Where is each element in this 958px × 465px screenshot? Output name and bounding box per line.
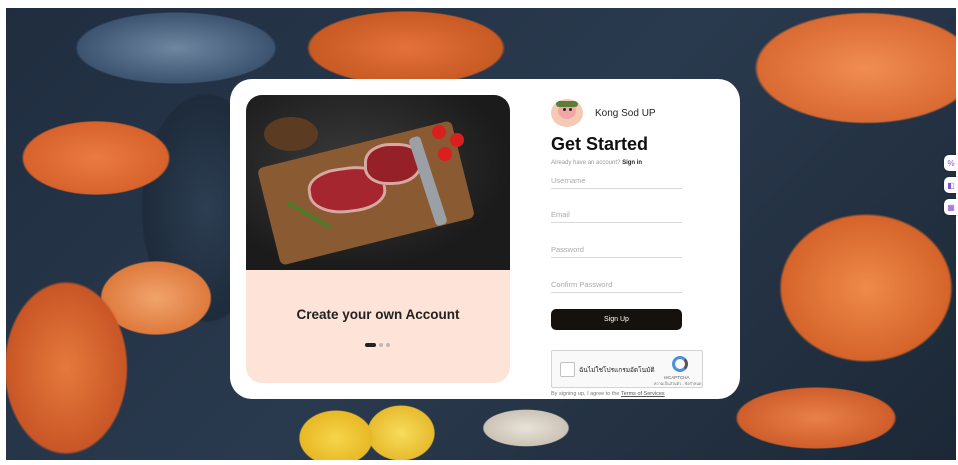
page-title: Get Started [551,134,649,154]
password-input[interactable] [551,241,682,258]
sign-up-button[interactable]: Sign Up [551,309,682,330]
carousel-dot[interactable] [386,343,390,347]
captcha-label: ฉันไม่ใช่โปรแกรมอัตโนมัติ [579,367,655,374]
carousel-dot-active[interactable] [365,343,376,347]
username-input[interactable] [551,172,682,189]
grid-icon[interactable]: ▦ [944,199,958,215]
terms-link[interactable]: Terms of Services [621,391,665,397]
pepper-bowl [264,117,318,151]
brand: Kong Sod UP [551,99,656,127]
sign-in-link[interactable]: Sign in [622,160,642,166]
recaptcha-icon [672,356,688,372]
captcha-brand: reCAPTCHA [664,375,690,380]
confirm-password-input[interactable] [551,276,682,293]
window-icon[interactable]: ◧ [944,177,958,193]
recaptcha-widget: ฉันไม่ใช่โปรแกรมอัตโนมัติ reCAPTCHA ความ… [551,350,703,388]
email-input[interactable] [551,206,682,223]
terms-text: By signing up, I agree to the Terms of S… [551,391,665,397]
translate-icon[interactable]: % [944,155,958,171]
brand-logo [551,99,583,127]
side-toolbar: % ◧ ▦ [944,155,958,215]
tomato [432,125,446,139]
captcha-checkbox[interactable] [560,362,575,377]
carousel-dots [365,343,390,347]
have-account-label: Already have an account? [551,160,621,166]
tomato [450,133,464,147]
tomato [438,147,452,161]
slide-panel: Create your own Account [246,270,510,383]
steak-photo [246,95,510,270]
slide-title: Create your own Account [296,307,460,322]
brand-name: Kong Sod UP [595,107,656,119]
have-account-text: Already have an account? Sign in [551,160,642,166]
terms-prefix: By signing up, I agree to the [551,391,620,397]
carousel-dot[interactable] [379,343,383,347]
captcha-links[interactable]: ความเป็นส่วนตัว - ข้อกำหนด [654,381,702,387]
